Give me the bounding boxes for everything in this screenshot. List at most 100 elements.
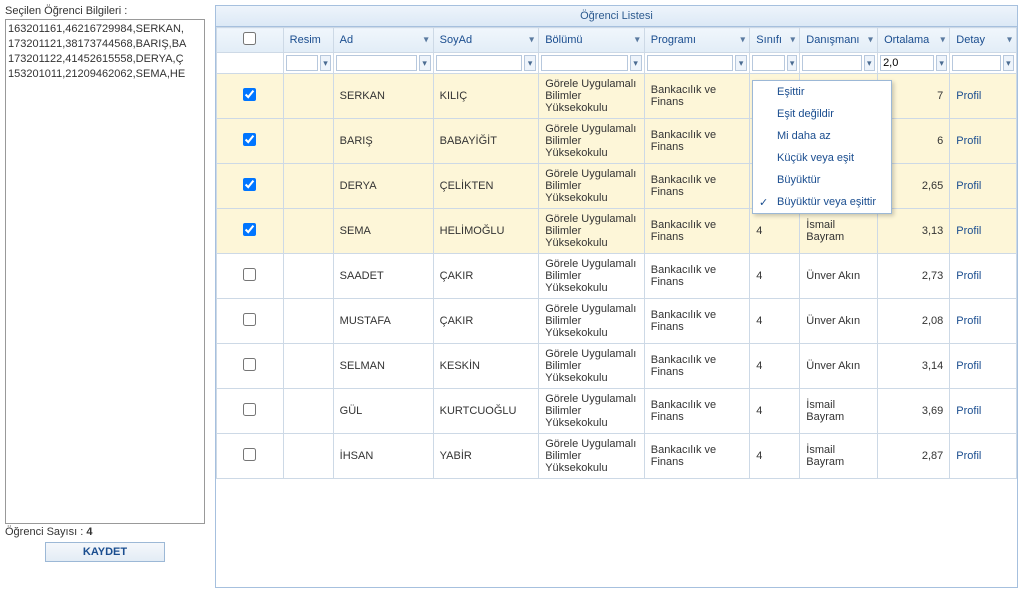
table-row: MUSTAFAÇAKIRGörele Uygulamalı Bilimler Y… <box>217 299 1017 344</box>
profil-link[interactable]: Profil <box>956 135 981 147</box>
cell-bolum: Görele Uygulamalı Bilimler Yüksekokulu <box>539 434 645 479</box>
cell-ad: SELMAN <box>333 344 433 389</box>
profil-link[interactable]: Profil <box>956 450 981 462</box>
filter-ortalama[interactable] <box>880 55 934 71</box>
cell-sinif: 4 <box>750 434 800 479</box>
cell-resim <box>283 74 333 119</box>
list-item[interactable]: 153201011,21209462062,SEMA,HE <box>8 67 202 82</box>
col-resim[interactable]: Resim <box>283 28 333 53</box>
cell-ortalama: 2,73 <box>878 254 950 299</box>
cell-sinif: 4 <box>750 389 800 434</box>
filter-btn-icon[interactable]: ▾ <box>419 55 431 71</box>
col-ad[interactable]: Ad▾ <box>333 28 433 53</box>
filter-resim[interactable] <box>286 55 319 71</box>
cell-program: Bankacılık ve Finans <box>644 209 750 254</box>
col-program[interactable]: Programı▾ <box>644 28 750 53</box>
filter-danisman[interactable] <box>802 55 861 71</box>
profil-link[interactable]: Profil <box>956 225 981 237</box>
row-checkbox[interactable] <box>243 313 256 326</box>
cell-soyad: YABİR <box>433 434 539 479</box>
col-danisman[interactable]: Danışmanı▾ <box>800 28 878 53</box>
funnel-icon[interactable]: ▾ <box>1007 35 1012 46</box>
table-row: DERYAÇELİKTENGörele Uygulamalı Bilimler … <box>217 164 1017 209</box>
list-item[interactable]: 163201161,46216729984,SERKAN, <box>8 22 202 37</box>
filter-ad[interactable] <box>336 55 417 71</box>
cell-danisman: İsmail Bayram <box>800 434 878 479</box>
cell-program: Bankacılık ve Finans <box>644 299 750 344</box>
list-item[interactable]: 173201121,38173744568,BARIŞ,BA <box>8 37 202 52</box>
filter-btn-icon[interactable]: ▾ <box>787 55 797 71</box>
cell-ad: SEMA <box>333 209 433 254</box>
cell-bolum: Görele Uygulamalı Bilimler Yüksekokulu <box>539 389 645 434</box>
funnel-icon[interactable]: ▾ <box>790 35 795 46</box>
filter-btn-icon[interactable]: ▾ <box>864 55 876 71</box>
funnel-icon[interactable]: ▾ <box>635 35 640 46</box>
menu-item[interactable]: Mi daha az <box>753 125 891 147</box>
col-sinif[interactable]: Sınıfı▾ <box>750 28 800 53</box>
select-all-checkbox[interactable] <box>243 32 256 45</box>
profil-link[interactable]: Profil <box>956 180 981 192</box>
filter-btn-icon[interactable]: ▾ <box>320 55 330 71</box>
filter-detay[interactable] <box>952 55 1001 71</box>
cell-bolum: Görele Uygulamalı Bilimler Yüksekokulu <box>539 209 645 254</box>
filter-bolum[interactable] <box>541 55 627 71</box>
row-checkbox[interactable] <box>243 88 256 101</box>
profil-link[interactable]: Profil <box>956 270 981 282</box>
menu-item[interactable]: Küçük veya eşit <box>753 147 891 169</box>
col-bolum[interactable]: Bölümü▾ <box>539 28 645 53</box>
filter-operator-menu[interactable]: EşittirEşit değildirMi daha azKüçük veya… <box>752 80 892 214</box>
table-row: GÜLKURTCUOĞLUGörele Uygulamalı Bilimler … <box>217 389 1017 434</box>
filter-soyad[interactable] <box>436 55 522 71</box>
cell-resim <box>283 164 333 209</box>
selected-students-list[interactable]: 163201161,46216729984,SERKAN,173201121,3… <box>5 19 205 524</box>
cell-danisman: İsmail Bayram <box>800 209 878 254</box>
col-detay[interactable]: Detay▾ <box>950 28 1017 53</box>
funnel-icon[interactable]: ▾ <box>940 35 945 46</box>
col-soyad[interactable]: SoyAd▾ <box>433 28 539 53</box>
save-button[interactable]: KAYDET <box>45 542 165 562</box>
profil-link[interactable]: Profil <box>956 90 981 102</box>
filter-btn-icon[interactable]: ▾ <box>630 55 642 71</box>
menu-item[interactable]: Büyüktür <box>753 169 891 191</box>
list-item[interactable]: 173201122,41452615558,DERYA,Ç <box>8 52 202 67</box>
filter-btn-icon[interactable]: ▾ <box>735 55 747 71</box>
profil-link[interactable]: Profil <box>956 360 981 372</box>
row-checkbox[interactable] <box>243 268 256 281</box>
profil-link[interactable]: Profil <box>956 315 981 327</box>
funnel-icon[interactable]: ▾ <box>868 35 873 46</box>
menu-item[interactable]: Eşit değildir <box>753 103 891 125</box>
col-ortalama[interactable]: Ortalama▾ <box>878 28 950 53</box>
cell-bolum: Görele Uygulamalı Bilimler Yüksekokulu <box>539 164 645 209</box>
row-checkbox[interactable] <box>243 358 256 371</box>
row-checkbox[interactable] <box>243 403 256 416</box>
menu-item[interactable]: Eşittir <box>753 81 891 103</box>
menu-item[interactable]: Büyüktür veya eşittir <box>753 191 891 213</box>
row-checkbox[interactable] <box>243 133 256 146</box>
filter-program[interactable] <box>647 55 733 71</box>
cell-soyad: BABAYİĞİT <box>433 119 539 164</box>
cell-soyad: HELİMOĞLU <box>433 209 539 254</box>
table-row: İHSANYABİRGörele Uygulamalı Bilimler Yük… <box>217 434 1017 479</box>
table-row: SELMANKESKİNGörele Uygulamalı Bilimler Y… <box>217 344 1017 389</box>
row-checkbox[interactable] <box>243 178 256 191</box>
cell-resim <box>283 119 333 164</box>
funnel-icon[interactable]: ▾ <box>424 35 429 46</box>
filter-sinif[interactable] <box>752 55 785 71</box>
row-checkbox[interactable] <box>243 448 256 461</box>
table-row: SAADETÇAKIRGörele Uygulamalı Bilimler Yü… <box>217 254 1017 299</box>
table-row: SEMAHELİMOĞLUGörele Uygulamalı Bilimler … <box>217 209 1017 254</box>
filter-btn-icon[interactable]: ▾ <box>1003 55 1014 71</box>
cell-resim <box>283 254 333 299</box>
cell-danisman: Ünver Akın <box>800 254 878 299</box>
funnel-icon[interactable]: ▾ <box>740 35 745 46</box>
funnel-icon[interactable]: ▾ <box>529 35 534 46</box>
cell-resim <box>283 434 333 479</box>
filter-btn-icon[interactable]: ▾ <box>524 55 536 71</box>
cell-detay: Profil <box>950 299 1017 344</box>
cell-ad: GÜL <box>333 389 433 434</box>
table-row: BARIŞBABAYİĞİTGörele Uygulamalı Bilimler… <box>217 119 1017 164</box>
selected-students-title: Seçilen Öğrenci Bilgileri : <box>5 5 205 17</box>
filter-btn-icon[interactable]: ▾ <box>936 55 947 71</box>
row-checkbox[interactable] <box>243 223 256 236</box>
profil-link[interactable]: Profil <box>956 405 981 417</box>
